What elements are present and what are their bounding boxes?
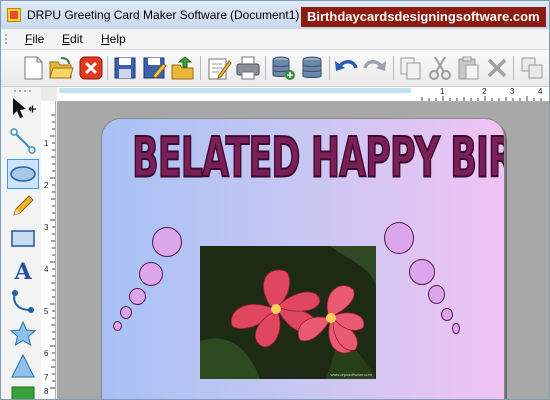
curve-icon[interactable] — [9, 288, 37, 316]
export-icon[interactable] — [169, 54, 197, 82]
close-icon[interactable] — [77, 54, 105, 82]
ruler-label: 7 — [44, 373, 49, 382]
ruler-label: 8 — [44, 387, 49, 396]
ruler-label: 2 — [44, 181, 49, 190]
database-icon[interactable] — [298, 54, 326, 82]
image-icon[interactable] — [9, 384, 37, 400]
ruler-label: 1 — [44, 139, 49, 148]
svg-text:A: A — [13, 259, 32, 284]
horizontal-ruler: 1 2 3 4 — [57, 87, 549, 102]
text-icon[interactable]: A — [9, 256, 37, 284]
ruler-label: 3 — [44, 223, 49, 232]
window-title: DRPU Greeting Card Maker Software — [27, 8, 228, 22]
bubble-shape[interactable] — [113, 321, 122, 331]
design-canvas[interactable]: BELATED HAPPY BIRTHDAY — [57, 102, 549, 399]
ellipse-tool-selected[interactable] — [7, 159, 39, 189]
card-title-text[interactable]: BELATED HAPPY BIRTHDAY — [132, 124, 504, 191]
database-add-icon[interactable] — [269, 54, 297, 82]
bubble-shape[interactable] — [452, 323, 460, 334]
app-logo-icon — [7, 8, 21, 22]
bubble-shape[interactable] — [139, 262, 163, 286]
toolbar-separator — [393, 56, 394, 80]
rectangle-icon[interactable] — [9, 224, 37, 252]
website-banner: Birthdaycardsdesigningsoftware.com — [301, 7, 546, 27]
vertical-ruler: 1 2 3 4 5 6 7 8 — [41, 101, 56, 399]
save-icon[interactable] — [111, 54, 139, 82]
flower-image — [200, 246, 376, 379]
toolbar-separator — [107, 56, 108, 80]
menu-file[interactable]: File — [25, 32, 44, 46]
pencil-icon[interactable] — [9, 192, 37, 220]
palette-grip-icon — [14, 90, 31, 92]
ruler-label: 1 — [440, 87, 445, 96]
copy-icon[interactable] — [397, 54, 425, 82]
line-icon[interactable] — [9, 127, 37, 155]
title-bar: DRPU Greeting Card Maker Software (Docum… — [1, 1, 549, 29]
ruler-label: 6 — [44, 349, 49, 358]
star-icon[interactable] — [9, 320, 37, 348]
bubble-shape[interactable] — [152, 227, 182, 257]
ruler-corner — [41, 87, 57, 101]
bubble-shape[interactable] — [428, 285, 445, 304]
print-icon[interactable] — [234, 54, 262, 82]
pointer-icon[interactable] — [9, 95, 37, 123]
toolbar-separator — [329, 56, 330, 80]
ellipse-icon — [10, 166, 36, 182]
cut-icon[interactable] — [426, 54, 454, 82]
document-name: (Document1) — [230, 8, 300, 22]
ruler-ticks — [421, 96, 542, 101]
duplicate-icon[interactable] — [518, 54, 546, 82]
bubble-shape[interactable] — [120, 306, 132, 319]
menu-edit[interactable]: Edit — [62, 32, 83, 46]
paste-icon[interactable] — [454, 54, 482, 82]
ruler-label: 2 — [482, 87, 487, 96]
delete-icon[interactable] — [483, 54, 511, 82]
triangle-icon[interactable] — [9, 352, 37, 380]
bubble-shape[interactable] — [384, 222, 414, 254]
toolbar — [1, 50, 549, 87]
undo-icon[interactable] — [332, 54, 360, 82]
edit-icon[interactable] — [205, 54, 233, 82]
tool-palette: A — [1, 87, 42, 399]
bubble-shape[interactable] — [129, 288, 146, 305]
ruler-label: 4 — [44, 265, 49, 274]
bubble-shape[interactable] — [409, 259, 435, 285]
ruler-label: 4 — [538, 87, 543, 96]
toolbar-separator — [265, 56, 266, 80]
bubble-shape[interactable] — [441, 308, 453, 321]
greeting-card[interactable]: BELATED HAPPY BIRTHDAY — [101, 118, 505, 399]
app-window: DRPU Greeting Card Maker Software (Docum… — [0, 0, 550, 400]
photo-credit: www.drpusoftware.com — [330, 372, 372, 377]
ruler-label: 5 — [44, 307, 49, 316]
menu-help[interactable]: Help — [101, 32, 126, 46]
open-icon[interactable] — [47, 54, 75, 82]
toolbar-separator — [513, 56, 514, 80]
redo-icon[interactable] — [361, 54, 389, 82]
toolbar-separator — [200, 56, 201, 80]
flower-photo[interactable]: www.drpusoftware.com — [200, 246, 376, 379]
menu-bar: File Edit Help — [1, 30, 549, 50]
save-as-icon[interactable] — [140, 54, 168, 82]
new-icon[interactable] — [19, 54, 47, 82]
ruler-label: 3 — [510, 87, 515, 96]
menu-grip-icon — [5, 34, 7, 44]
